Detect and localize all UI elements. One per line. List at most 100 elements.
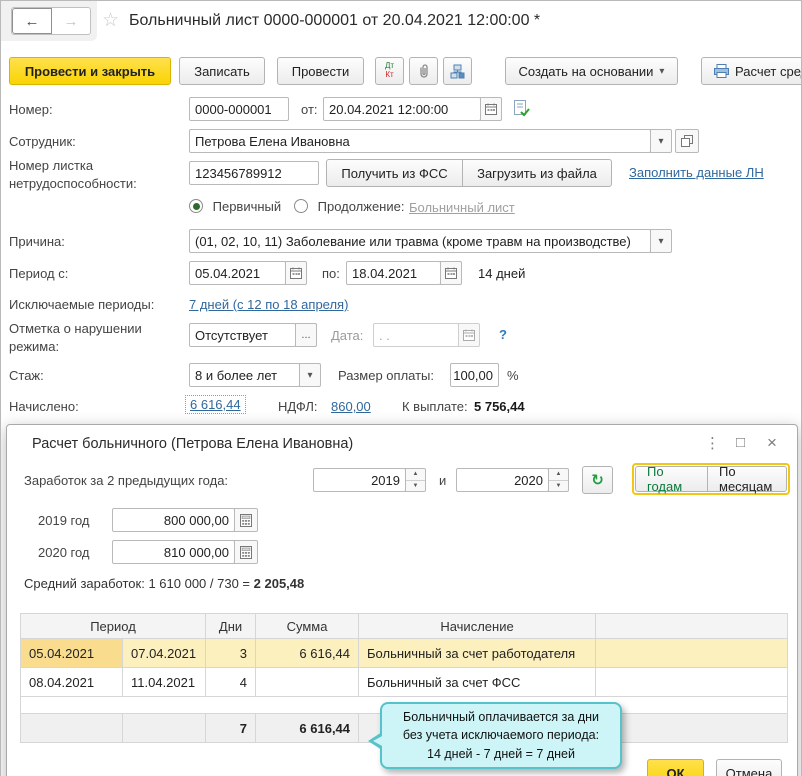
experience-combo[interactable]: 8 и более лет: [189, 363, 300, 387]
dialog-menu-icon[interactable]: ⋮: [705, 434, 720, 452]
period-from-group: 05.04.2021: [189, 261, 307, 285]
post-and-close-button[interactable]: Провести и закрыть: [9, 57, 171, 85]
structure-button[interactable]: [443, 57, 472, 85]
col-sum: Сумма: [255, 613, 360, 639]
period-to-group: 18.04.2021: [346, 261, 462, 285]
average-earnings-value: 2 205,48: [253, 576, 305, 591]
write-button[interactable]: Записать: [179, 57, 265, 85]
load-from-file-button[interactable]: Загрузить из файла: [462, 159, 612, 187]
year2-group: 2020 ▲ ▼: [456, 468, 569, 492]
reason-combo[interactable]: (01, 02, 10, 11) Заболевание или травма …: [189, 229, 651, 253]
calendar-icon[interactable]: [458, 323, 480, 347]
period-to-input[interactable]: 18.04.2021: [346, 261, 441, 285]
col-period: Период: [19, 613, 207, 639]
payout-value: 5 756,44: [474, 399, 525, 414]
percent-sign: %: [507, 368, 519, 383]
average-earnings-report-button[interactable]: Расчет средн: [701, 57, 801, 85]
excluded-periods-link[interactable]: 7 дней (с 12 по 18 апреля): [189, 297, 348, 312]
calendar-icon[interactable]: [440, 261, 462, 285]
average-earnings-text: Средний заработок: 1 610 000 / 730 = 2 2…: [24, 576, 305, 591]
total-days: 7: [205, 713, 257, 743]
refresh-button[interactable]: ↻: [582, 466, 613, 494]
calculator-icon[interactable]: [234, 540, 258, 564]
calendar-icon[interactable]: [480, 97, 502, 121]
continuation-radio[interactable]: Продолжение:: [294, 199, 404, 214]
open-windows-icon: [681, 135, 693, 147]
create-based-on-button[interactable]: Создать на основании ▾: [505, 57, 678, 85]
post-button[interactable]: Провести: [277, 57, 364, 85]
year-row-label: 2019 год: [38, 513, 90, 528]
period-from-input[interactable]: 05.04.2021: [189, 261, 286, 285]
favorite-star-icon[interactable]: ☆: [102, 9, 119, 32]
violation-date-input[interactable]: . .: [373, 323, 459, 347]
fill-ln-data-link[interactable]: Заполнить данные ЛН: [629, 165, 764, 180]
number-input[interactable]: 0000-000001: [189, 97, 289, 121]
employee-dropdown-button[interactable]: ▾: [650, 129, 672, 153]
table-row[interactable]: 08.04.2021 11.04.2021 4 Больничный за сч…: [20, 667, 789, 697]
back-button[interactable]: ←: [12, 8, 52, 34]
document-check-icon[interactable]: [513, 100, 530, 117]
period-label: Период с:: [9, 266, 69, 281]
year2-spinner[interactable]: ▲ ▼: [548, 468, 569, 492]
attachments-button[interactable]: [409, 57, 438, 85]
date-from-label: от:: [301, 102, 318, 117]
chevron-down-icon: ▾: [659, 65, 665, 77]
calculator-icon[interactable]: [234, 508, 258, 532]
back-icon: ←: [24, 12, 40, 30]
document-date-input[interactable]: 20.04.2021 12:00:00: [323, 97, 481, 121]
spin-down-icon: ▼: [549, 479, 568, 492]
pay-rate-input[interactable]: 100,00: [450, 363, 499, 387]
help-icon[interactable]: ?: [499, 327, 507, 342]
table-header-row: Период Дни Сумма Начисление: [19, 613, 789, 639]
violation-label: Отметка о нарушении режима:: [9, 321, 142, 354]
payout-label: К выплате:: [402, 399, 468, 414]
radio-selected-icon: [189, 199, 203, 213]
employee-open-button[interactable]: [675, 129, 699, 153]
earnings-2020-group: 810 000,00: [112, 540, 258, 564]
earnings-2019-input[interactable]: 800 000,00: [112, 508, 235, 532]
col-days: Дни: [205, 613, 257, 639]
primary-radio[interactable]: Первичный: [189, 199, 281, 214]
violation-date-label: Дата:: [331, 328, 364, 343]
year2-input[interactable]: 2020: [456, 468, 549, 492]
reason-dropdown-button[interactable]: ▾: [650, 229, 672, 253]
excluded-days-tooltip: Больничный оплачивается за дни без учета…: [368, 702, 622, 769]
radio-unselected-icon: [294, 199, 308, 213]
ok-button[interactable]: ОК: [647, 759, 704, 776]
accrued-label: Начислено:: [9, 399, 79, 414]
experience-dropdown-button[interactable]: ▾: [299, 363, 321, 387]
continuation-sick-list-link[interactable]: Больничный лист: [409, 200, 515, 215]
year1-spinner[interactable]: ▲ ▼: [405, 468, 426, 492]
print-icon: [714, 64, 729, 78]
page-title: Больничный лист 0000-000001 от 20.04.202…: [129, 12, 541, 29]
earnings-2020-input[interactable]: 810 000,00: [112, 540, 235, 564]
violation-input[interactable]: Отсутствует: [189, 323, 296, 347]
period-days-text: 14 дней: [478, 266, 526, 281]
dialog-close-icon[interactable]: ×: [767, 433, 777, 453]
employee-combo[interactable]: Петрова Елена Ивановна: [189, 129, 651, 153]
dtkt-button[interactable]: Дт Кт: [375, 57, 404, 85]
paperclip-icon: [417, 63, 431, 79]
earnings-label: Заработок за 2 предыдущих года:: [24, 473, 229, 488]
excluded-periods-label: Исключаемые периоды:: [9, 297, 155, 312]
ndfl-amount-link[interactable]: 860,00: [331, 399, 371, 414]
conjunction-text: и: [439, 473, 447, 488]
get-from-fss-button[interactable]: Получить из ФСС: [326, 159, 463, 187]
table-row[interactable]: 05.04.2021 07.04.2021 3 6 616,44 Больнич…: [20, 638, 789, 668]
by-years-button[interactable]: По годам: [635, 464, 708, 494]
violation-more-button[interactable]: ...: [295, 323, 317, 347]
chevron-down-icon: ▾: [658, 235, 664, 247]
accrued-amount-link[interactable]: 6 616,44: [190, 397, 241, 412]
view-toggle-group: По годам По месяцам: [632, 463, 790, 495]
by-months-button[interactable]: По месяцам: [707, 464, 787, 494]
forward-button[interactable]: →: [52, 8, 90, 34]
spin-up-icon: ▲: [555, 471, 562, 478]
total-sum: 6 616,44: [255, 713, 360, 743]
col-accrual: Начисление: [358, 613, 597, 639]
year1-input[interactable]: 2019: [313, 468, 406, 492]
sick-list-number-input[interactable]: 123456789912: [189, 161, 319, 185]
dialog-maximize-icon[interactable]: □: [736, 434, 745, 451]
cancel-button[interactable]: Отмена: [716, 759, 782, 776]
calendar-icon[interactable]: [285, 261, 307, 285]
forward-icon: →: [63, 12, 79, 30]
